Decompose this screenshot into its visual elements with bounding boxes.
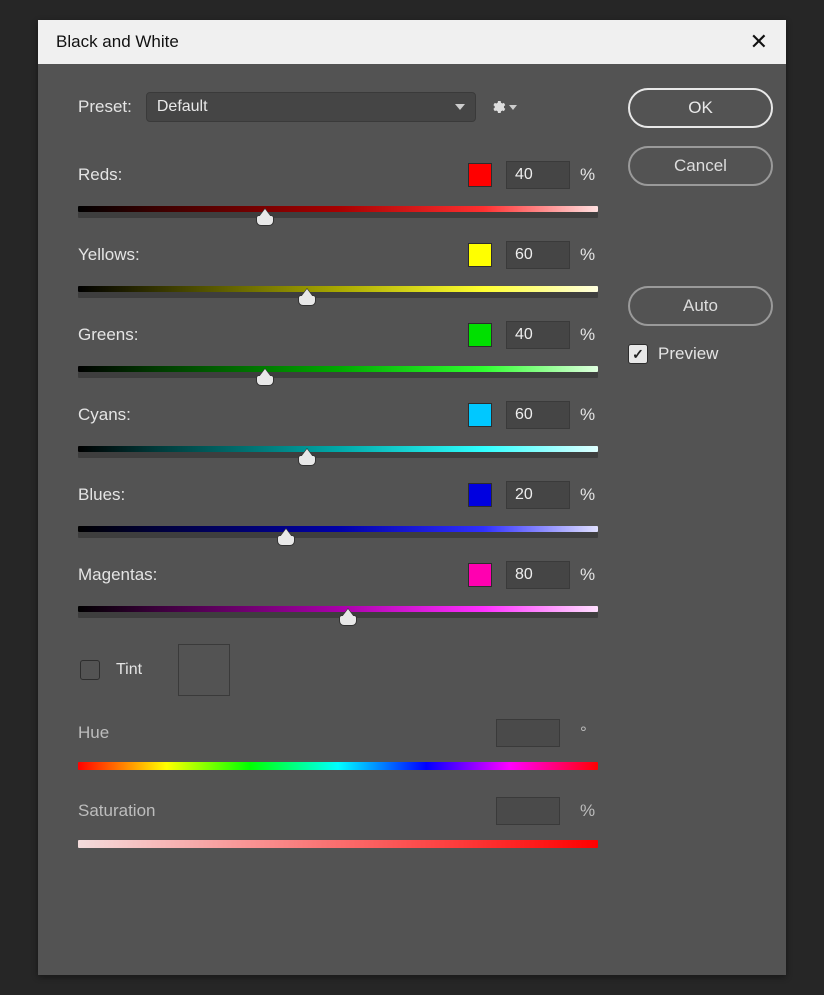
slider-thumb[interactable] [256, 370, 274, 384]
percent-label: % [580, 565, 598, 585]
color-swatch [468, 243, 492, 267]
slider-thumb[interactable] [256, 210, 274, 224]
channel-reds: Reds:% [78, 160, 598, 226]
hue-row: Hue ° [78, 718, 598, 772]
tint-row: Tint [78, 644, 598, 696]
chevron-down-icon [509, 105, 517, 110]
titlebar[interactable]: Black and White ✕ [38, 20, 786, 64]
percent-label: % [580, 405, 598, 425]
channel-slider[interactable] [78, 446, 598, 466]
channel-slider[interactable] [78, 606, 598, 626]
channel-value-input[interactable] [506, 161, 570, 189]
color-swatch [468, 163, 492, 187]
channel-value-input[interactable] [506, 401, 570, 429]
channel-value-input[interactable] [506, 561, 570, 589]
black-and-white-dialog: Black and White ✕ Preset: Default Reds:%… [38, 20, 786, 975]
slider-thumb[interactable] [298, 290, 316, 304]
tint-checkbox[interactable] [80, 660, 100, 680]
channel-blues: Blues:% [78, 480, 598, 546]
gear-icon [490, 99, 506, 115]
channel-magentas: Magentas:% [78, 560, 598, 626]
channel-label: Yellows: [78, 245, 468, 265]
channel-label: Blues: [78, 485, 468, 505]
channel-label: Magentas: [78, 565, 468, 585]
saturation-unit: % [580, 801, 598, 821]
preset-row: Preset: Default [78, 92, 598, 122]
channel-yellows: Yellows:% [78, 240, 598, 306]
saturation-slider[interactable] [78, 840, 598, 850]
channel-greens: Greens:% [78, 320, 598, 386]
saturation-row: Saturation % [78, 796, 598, 850]
preview-checkbox[interactable] [628, 344, 648, 364]
preset-value: Default [157, 98, 208, 116]
channel-slider[interactable] [78, 526, 598, 546]
percent-label: % [580, 325, 598, 345]
percent-label: % [580, 245, 598, 265]
hue-input[interactable] [496, 719, 560, 747]
tint-label: Tint [116, 661, 142, 679]
tint-color-swatch[interactable] [178, 644, 230, 696]
color-swatch [468, 403, 492, 427]
channel-label: Reds: [78, 165, 468, 185]
chevron-down-icon [455, 104, 465, 110]
preset-label: Preset: [78, 97, 132, 117]
percent-label: % [580, 485, 598, 505]
saturation-input[interactable] [496, 797, 560, 825]
cancel-button[interactable]: Cancel [628, 146, 773, 186]
channel-cyans: Cyans:% [78, 400, 598, 466]
preset-menu-button[interactable] [490, 99, 517, 115]
hue-unit: ° [580, 723, 598, 743]
channel-slider[interactable] [78, 286, 598, 306]
close-icon[interactable]: ✕ [750, 31, 768, 53]
channel-value-input[interactable] [506, 241, 570, 269]
color-swatch [468, 323, 492, 347]
color-swatch [468, 483, 492, 507]
slider-thumb[interactable] [339, 610, 357, 624]
preset-dropdown[interactable]: Default [146, 92, 476, 122]
channel-slider[interactable] [78, 206, 598, 226]
channel-value-input[interactable] [506, 321, 570, 349]
channel-label: Greens: [78, 325, 468, 345]
slider-thumb[interactable] [298, 450, 316, 464]
channel-slider[interactable] [78, 366, 598, 386]
saturation-label: Saturation [78, 801, 496, 821]
hue-label: Hue [78, 723, 496, 743]
slider-thumb[interactable] [277, 530, 295, 544]
preview-row: Preview [628, 344, 778, 364]
ok-button[interactable]: OK [628, 88, 773, 128]
hue-slider[interactable] [78, 762, 598, 772]
auto-button[interactable]: Auto [628, 286, 773, 326]
color-swatch [468, 563, 492, 587]
preview-label: Preview [658, 344, 718, 364]
channel-value-input[interactable] [506, 481, 570, 509]
channel-label: Cyans: [78, 405, 468, 425]
dialog-title: Black and White [56, 32, 179, 52]
percent-label: % [580, 165, 598, 185]
